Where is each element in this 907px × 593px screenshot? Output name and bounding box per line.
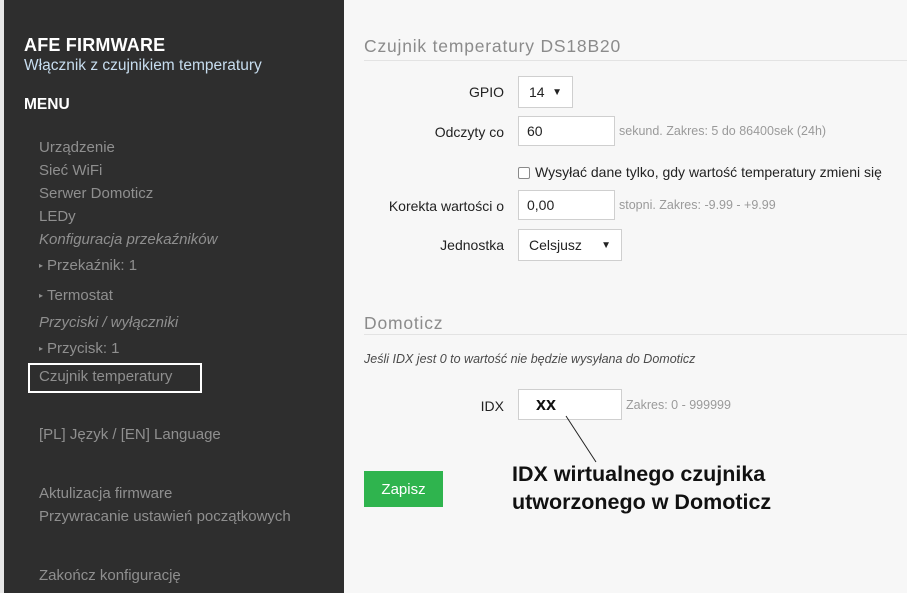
annotation-text: IDX wirtualnego czujnika utworzonego w D…	[512, 460, 771, 516]
sidebar-item-button-1[interactable]: ▸ Przycisk: 1	[39, 340, 120, 357]
main-content: Czujnik temperatury DS18B20 GPIO 14 ▼ Od…	[344, 0, 907, 593]
annotation-line-1: IDX wirtualnego czujnika	[512, 462, 766, 486]
brand-subtitle: Włącznik z czujnikiem temperatury	[24, 57, 262, 74]
sidebar-item-thermostat[interactable]: ▸ Termostat	[39, 287, 113, 304]
sidebar-item-firmware-update[interactable]: Aktulizacja firmware	[39, 485, 172, 502]
sidebar-item-domoticz-server[interactable]: Serwer Domoticz	[39, 185, 153, 202]
sidebar-item-temperature-sensor[interactable]: Czujnik temperatury	[39, 368, 172, 385]
sidebar-item-language[interactable]: [PL] Język / [EN] Language	[39, 426, 221, 443]
sidebar-section-buttons: Przyciski / wyłączniki	[39, 314, 179, 331]
sidebar-item-factory-reset[interactable]: Przywracanie ustawień początkowych	[39, 508, 291, 525]
bullet-triangle-icon: ▸	[39, 291, 44, 300]
sidebar-item-label: Przekaźnik: 1	[47, 257, 138, 274]
sidebar-item-wifi[interactable]: Sieć WiFi	[39, 162, 102, 179]
annotation-line-2: utworzonego w Domoticz	[512, 490, 772, 514]
sidebar: AFE FIRMWARE Włącznik z czujnikiem tempe…	[0, 0, 344, 593]
sidebar-item-device[interactable]: Urządzenie	[39, 139, 115, 156]
sidebar-item-label: Termostat	[47, 287, 113, 304]
sidebar-item-leds[interactable]: LEDy	[39, 208, 76, 225]
bullet-triangle-icon: ▸	[39, 261, 44, 270]
menu-title: MENU	[24, 96, 70, 113]
sidebar-item-relay-1[interactable]: ▸ Przekaźnik: 1	[39, 257, 137, 274]
brand-title: AFE FIRMWARE	[24, 35, 166, 55]
bullet-triangle-icon: ▸	[39, 344, 44, 353]
sidebar-section-relays: Konfiguracja przekaźników	[39, 231, 218, 248]
sidebar-item-finish-config[interactable]: Zakończ konfigurację	[39, 567, 181, 584]
sidebar-item-label: Przycisk: 1	[47, 340, 120, 357]
